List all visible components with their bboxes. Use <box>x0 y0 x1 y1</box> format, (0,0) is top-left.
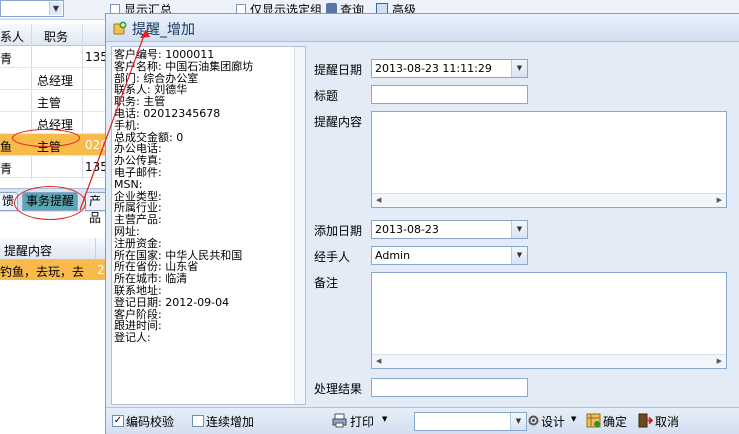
customer-info-line: 登记日期: 2012-09-04 <box>114 295 230 309</box>
title-add-icon <box>113 21 127 35</box>
reminder-add-dialog: 提醒_增加 客户编号: 1000011 客户名称: 中国石油集团廊坊 部门: 综合办… <box>105 13 739 434</box>
dialog-titlebar[interactable]: 提醒_增加 <box>106 14 739 42</box>
background-customer-grid: 系人 职务 青 135 总经理 主管 总经理 鱼 主管 020 青 135 <box>0 24 110 180</box>
dialog-title: 提醒_增加 <box>132 22 195 38</box>
chevron-down-icon[interactable]: ▼ <box>510 413 526 430</box>
chevron-down-icon[interactable]: ▼ <box>571 415 576 423</box>
table-cell: 青 <box>0 162 13 176</box>
info-scrollbar[interactable] <box>294 47 305 404</box>
code-check-label[interactable]: 编码校验 <box>126 413 174 430</box>
print-icon <box>332 413 347 428</box>
ok-button[interactable]: 确定 <box>586 410 636 432</box>
customer-info-line: 客户名称: 中国石油集团廊坊 <box>114 59 254 73</box>
content-textarea[interactable]: ◀ ▶ <box>371 111 727 208</box>
design-icon <box>528 415 539 426</box>
note-textarea[interactable]: ◀ ▶ <box>371 272 727 369</box>
cancel-button[interactable]: 取消 <box>638 410 688 432</box>
title-label: 标题 <box>314 89 339 103</box>
result-input[interactable] <box>371 378 528 397</box>
customer-info-line: 登记人: <box>114 331 151 345</box>
continuous-add-checkbox[interactable] <box>192 415 204 427</box>
chevron-down-icon[interactable]: ▼ <box>511 60 527 77</box>
content-label: 提醒内容 <box>314 115 363 129</box>
continuous-add-label[interactable]: 连续增加 <box>206 413 254 430</box>
print-label: 打印 <box>350 415 375 429</box>
customer-info-line: 注册资金: <box>114 236 162 250</box>
design-label: 设计 <box>541 415 566 429</box>
scroll-right-icon[interactable]: ▶ <box>717 357 722 365</box>
table-cell: 鱼 <box>0 140 13 154</box>
ok-icon <box>586 413 601 428</box>
handler-select[interactable]: Admin ▼ <box>371 246 528 265</box>
chevron-down-icon[interactable]: ▼ <box>382 415 387 423</box>
note-hscrollbar[interactable]: ◀ ▶ <box>372 354 726 368</box>
table-row[interactable]: 总经理 <box>0 68 110 90</box>
annotation-ellipse <box>12 129 80 147</box>
background-group-combo[interactable]: ▼ <box>0 0 64 17</box>
customer-info-line: MSN: <box>114 177 143 191</box>
footer-combo[interactable]: ▼ <box>414 412 527 431</box>
grid-header-contact[interactable]: 系人 <box>0 28 24 45</box>
chevron-down-icon[interactable]: ▼ <box>511 247 527 264</box>
table-cell: 青 <box>0 52 13 66</box>
design-button[interactable]: 设计 ▼ <box>526 410 580 432</box>
remind-date-picker[interactable]: 2013-08-23 11:11:29 ▼ <box>371 59 528 78</box>
grid-divider <box>95 238 96 260</box>
add-date-picker[interactable]: 2013-08-23 ▼ <box>371 220 528 239</box>
handler-label: 经手人 <box>314 250 351 264</box>
code-check-checkbox[interactable]: ✓ <box>112 415 124 427</box>
chevron-down-icon[interactable]: ▼ <box>511 221 527 238</box>
table-cell: 钓鱼，去玩，去 <box>0 265 85 279</box>
reminder-row-selected[interactable]: 钓鱼，去玩，去 20 <box>0 260 112 280</box>
remind-date-label: 提醒日期 <box>314 63 363 77</box>
customer-info-pane[interactable]: 客户编号: 1000011 客户名称: 中国石油集团廊坊 部门: 综合办公室 联系人:… <box>111 46 306 405</box>
scroll-right-icon[interactable]: ▶ <box>717 196 722 204</box>
table-row[interactable]: 青 135 <box>0 156 110 178</box>
title-input[interactable] <box>371 85 528 104</box>
customer-info-line: 手机: <box>114 118 140 132</box>
print-button[interactable]: 打印 ▼ <box>330 410 392 432</box>
add-date-value: 2013-08-23 <box>375 223 439 236</box>
cancel-label: 取消 <box>655 415 680 429</box>
remind-date-value: 2013-08-23 11:11:29 <box>375 62 492 75</box>
handler-value: Admin <box>375 249 411 262</box>
reminder-grid-header: 提醒内容 <box>0 238 110 260</box>
add-date-label: 添加日期 <box>314 224 363 238</box>
ok-label: 确定 <box>603 415 628 429</box>
content-hscrollbar[interactable]: ◀ ▶ <box>372 193 726 207</box>
result-label: 处理结果 <box>314 382 363 396</box>
table-cell: 主管 <box>37 96 62 110</box>
chevron-down-icon[interactable]: ▼ <box>49 2 62 15</box>
scroll-left-icon[interactable]: ◀ <box>376 357 381 365</box>
table-row[interactable]: 主管 <box>0 90 110 112</box>
cancel-icon <box>638 413 653 428</box>
scroll-left-icon[interactable]: ◀ <box>376 196 381 204</box>
dialog-footer: ✓ 编码校验 连续增加 打印 ▼ ▼ 设计 ▼ 确定 取消 <box>106 407 739 434</box>
note-label: 备注 <box>314 276 339 290</box>
reminder-content-header[interactable]: 提醒内容 <box>4 242 52 259</box>
table-row[interactable]: 青 135 <box>0 46 110 68</box>
grid-header-position[interactable]: 职务 <box>44 28 68 45</box>
table-cell: 总经理 <box>37 74 74 88</box>
grid-header: 系人 职务 <box>0 24 110 46</box>
annotation-ellipse <box>14 186 86 220</box>
